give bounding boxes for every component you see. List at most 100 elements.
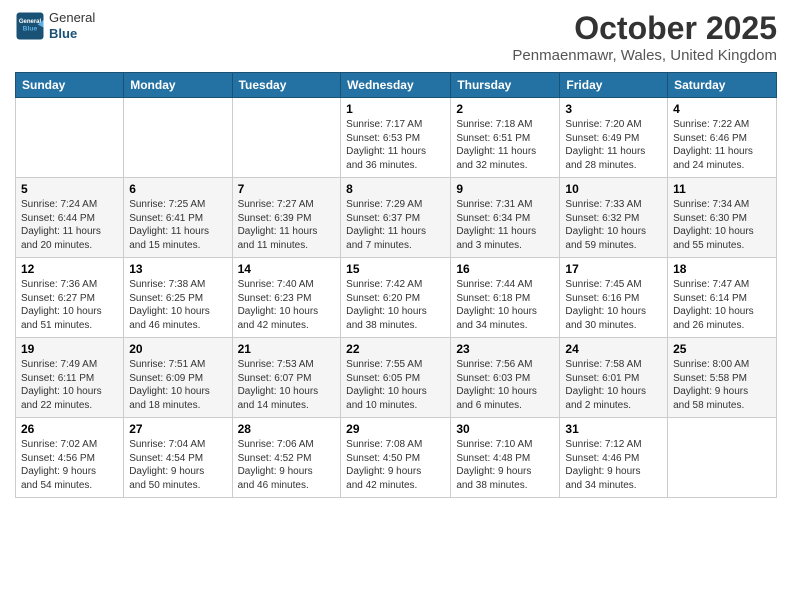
calendar-cell: 26 Sunrise: 7:02 AM Sunset: 4:56 PM Dayli… <box>16 418 124 498</box>
day-number: 30 <box>456 422 554 436</box>
day-info: Sunrise: 7:27 AM Sunset: 6:39 PM Dayligh… <box>238 198 336 252</box>
logo-text: General Blue <box>49 10 95 41</box>
day-info: Sunrise: 7:44 AM Sunset: 6:18 PM Dayligh… <box>456 278 554 332</box>
day-number: 5 <box>21 182 118 196</box>
header: General Blue General Blue October 2025 P… <box>15 10 777 64</box>
day-number: 6 <box>129 182 226 196</box>
calendar-week-row: 5 Sunrise: 7:24 AM Sunset: 6:44 PM Daylig… <box>16 178 777 258</box>
calendar-cell <box>668 418 777 498</box>
day-number: 25 <box>673 342 771 356</box>
day-info: Sunrise: 7:12 AM Sunset: 4:46 PM Dayligh… <box>565 438 662 492</box>
day-info: Sunrise: 7:45 AM Sunset: 6:16 PM Dayligh… <box>565 278 662 332</box>
calendar-cell: 12 Sunrise: 7:36 AM Sunset: 6:27 PM Dayli… <box>16 258 124 338</box>
day-info: Sunrise: 7:20 AM Sunset: 6:49 PM Dayligh… <box>565 118 662 172</box>
calendar-cell <box>16 98 124 178</box>
weekday-header: Wednesday <box>341 73 451 98</box>
weekday-header: Thursday <box>451 73 560 98</box>
weekday-header: Monday <box>124 73 232 98</box>
day-number: 19 <box>21 342 118 356</box>
calendar-cell: 25 Sunrise: 8:00 AM Sunset: 5:58 PM Dayli… <box>668 338 777 418</box>
calendar-cell: 17Sunrise: 7:45 AM Sunset: 6:16 PM Dayli… <box>560 258 668 338</box>
calendar-cell: 6 Sunrise: 7:25 AM Sunset: 6:41 PM Daylig… <box>124 178 232 258</box>
calendar-cell: 24 Sunrise: 7:58 AM Sunset: 6:01 PM Dayli… <box>560 338 668 418</box>
day-info: Sunrise: 7:06 AM Sunset: 4:52 PM Dayligh… <box>238 438 336 492</box>
calendar-cell: 20 Sunrise: 7:51 AM Sunset: 6:09 PM Dayli… <box>124 338 232 418</box>
day-number: 26 <box>21 422 118 436</box>
day-info: Sunrise: 7:08 AM Sunset: 4:50 PM Dayligh… <box>346 438 445 492</box>
day-info: Sunrise: 7:10 AM Sunset: 4:48 PM Dayligh… <box>456 438 554 492</box>
calendar-cell: 15 Sunrise: 7:42 AM Sunset: 6:20 PM Dayli… <box>341 258 451 338</box>
day-info: Sunrise: 7:33 AM Sunset: 6:32 PM Dayligh… <box>565 198 662 252</box>
calendar-cell: 28 Sunrise: 7:06 AM Sunset: 4:52 PM Dayli… <box>232 418 341 498</box>
day-info: Sunrise: 7:51 AM Sunset: 6:09 PM Dayligh… <box>129 358 226 412</box>
calendar-cell: 30 Sunrise: 7:10 AM Sunset: 4:48 PM Dayli… <box>451 418 560 498</box>
day-info: Sunrise: 7:17 AM Sunset: 6:53 PM Dayligh… <box>346 118 445 172</box>
calendar-week-row: 26 Sunrise: 7:02 AM Sunset: 4:56 PM Dayli… <box>16 418 777 498</box>
calendar-cell: 18 Sunrise: 7:47 AM Sunset: 6:14 PM Dayli… <box>668 258 777 338</box>
day-info: Sunrise: 7:18 AM Sunset: 6:51 PM Dayligh… <box>456 118 554 172</box>
day-info: Sunrise: 7:02 AM Sunset: 4:56 PM Dayligh… <box>21 438 118 492</box>
day-number: 9 <box>456 182 554 196</box>
day-number: 8 <box>346 182 445 196</box>
calendar-cell: 10 Sunrise: 7:33 AM Sunset: 6:32 PM Dayli… <box>560 178 668 258</box>
title-section: October 2025 Penmaenmawr, Wales, United … <box>512 10 777 64</box>
calendar-cell: 8 Sunrise: 7:29 AM Sunset: 6:37 PM Daylig… <box>341 178 451 258</box>
day-info: Sunrise: 7:53 AM Sunset: 6:07 PM Dayligh… <box>238 358 336 412</box>
day-number: 21 <box>238 342 336 356</box>
day-number: 11 <box>673 182 771 196</box>
day-number: 12 <box>21 262 118 276</box>
day-info: Sunrise: 7:56 AM Sunset: 6:03 PM Dayligh… <box>456 358 554 412</box>
day-number: 24 <box>565 342 662 356</box>
logo: General Blue General Blue <box>15 10 95 41</box>
day-number: 4 <box>673 102 771 116</box>
day-number: 10 <box>565 182 662 196</box>
day-number: 15 <box>346 262 445 276</box>
day-number: 27 <box>129 422 226 436</box>
day-info: Sunrise: 7:29 AM Sunset: 6:37 PM Dayligh… <box>346 198 445 252</box>
day-info: Sunrise: 7:58 AM Sunset: 6:01 PM Dayligh… <box>565 358 662 412</box>
calendar-cell: 22Sunrise: 7:55 AM Sunset: 6:05 PM Dayli… <box>341 338 451 418</box>
day-info: Sunrise: 7:25 AM Sunset: 6:41 PM Dayligh… <box>129 198 226 252</box>
day-info: Sunrise: 8:00 AM Sunset: 5:58 PM Dayligh… <box>673 358 771 412</box>
day-number: 29 <box>346 422 445 436</box>
calendar-cell: 4Sunrise: 7:22 AM Sunset: 6:46 PM Daylig… <box>668 98 777 178</box>
calendar-week-row: 19 Sunrise: 7:49 AM Sunset: 6:11 PM Dayli… <box>16 338 777 418</box>
day-info: Sunrise: 7:47 AM Sunset: 6:14 PM Dayligh… <box>673 278 771 332</box>
location: Penmaenmawr, Wales, United Kingdom <box>512 47 777 64</box>
calendar-cell <box>232 98 341 178</box>
weekday-header: Saturday <box>668 73 777 98</box>
calendar-cell: 14 Sunrise: 7:40 AM Sunset: 6:23 PM Dayli… <box>232 258 341 338</box>
calendar-cell: 13Sunrise: 7:38 AM Sunset: 6:25 PM Dayli… <box>124 258 232 338</box>
weekday-header: Sunday <box>16 73 124 98</box>
weekday-header: Tuesday <box>232 73 341 98</box>
calendar-cell: 29 Sunrise: 7:08 AM Sunset: 4:50 PM Dayli… <box>341 418 451 498</box>
calendar-week-row: 12 Sunrise: 7:36 AM Sunset: 6:27 PM Dayli… <box>16 258 777 338</box>
day-number: 31 <box>565 422 662 436</box>
day-number: 7 <box>238 182 336 196</box>
day-number: 28 <box>238 422 336 436</box>
day-info: Sunrise: 7:40 AM Sunset: 6:23 PM Dayligh… <box>238 278 336 332</box>
calendar-cell: 1Sunrise: 7:17 AM Sunset: 6:53 PM Daylig… <box>341 98 451 178</box>
day-info: Sunrise: 7:04 AM Sunset: 4:54 PM Dayligh… <box>129 438 226 492</box>
weekday-header-row: SundayMondayTuesdayWednesdayThursdayFrid… <box>16 73 777 98</box>
day-number: 14 <box>238 262 336 276</box>
calendar-cell: 11 Sunrise: 7:34 AM Sunset: 6:30 PM Dayli… <box>668 178 777 258</box>
day-number: 20 <box>129 342 226 356</box>
calendar-cell: 2Sunrise: 7:18 AM Sunset: 6:51 PM Daylig… <box>451 98 560 178</box>
day-info: Sunrise: 7:49 AM Sunset: 6:11 PM Dayligh… <box>21 358 118 412</box>
calendar-cell: 31 Sunrise: 7:12 AM Sunset: 4:46 PM Dayli… <box>560 418 668 498</box>
day-number: 16 <box>456 262 554 276</box>
day-info: Sunrise: 7:34 AM Sunset: 6:30 PM Dayligh… <box>673 198 771 252</box>
day-info: Sunrise: 7:24 AM Sunset: 6:44 PM Dayligh… <box>21 198 118 252</box>
calendar-cell: 3Sunrise: 7:20 AM Sunset: 6:49 PM Daylig… <box>560 98 668 178</box>
calendar-cell <box>124 98 232 178</box>
day-info: Sunrise: 7:36 AM Sunset: 6:27 PM Dayligh… <box>21 278 118 332</box>
calendar-cell: 23 Sunrise: 7:56 AM Sunset: 6:03 PM Dayli… <box>451 338 560 418</box>
calendar-cell: 16 Sunrise: 7:44 AM Sunset: 6:18 PM Dayli… <box>451 258 560 338</box>
day-number: 23 <box>456 342 554 356</box>
calendar-cell: 7 Sunrise: 7:27 AM Sunset: 6:39 PM Daylig… <box>232 178 341 258</box>
day-info: Sunrise: 7:38 AM Sunset: 6:25 PM Dayligh… <box>129 278 226 332</box>
day-number: 18 <box>673 262 771 276</box>
day-info: Sunrise: 7:42 AM Sunset: 6:20 PM Dayligh… <box>346 278 445 332</box>
calendar-cell: 27 Sunrise: 7:04 AM Sunset: 4:54 PM Dayli… <box>124 418 232 498</box>
